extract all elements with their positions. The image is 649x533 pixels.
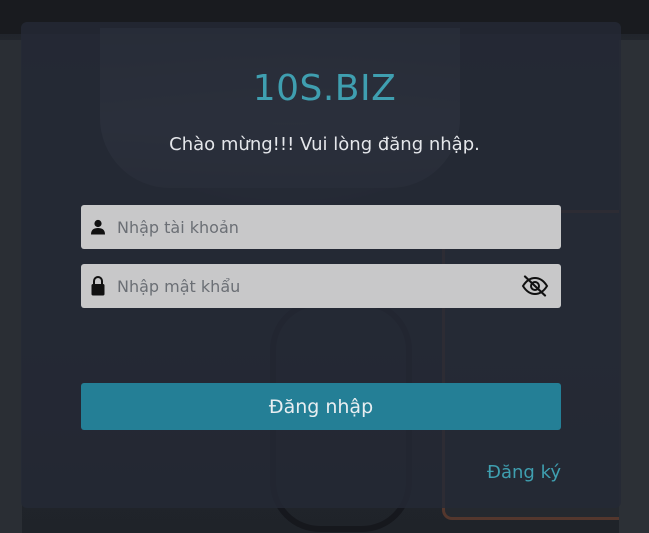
- welcome-message: Chào mừng!!! Vui lòng đăng nhập.: [169, 134, 480, 155]
- password-field[interactable]: [81, 264, 561, 308]
- username-field[interactable]: [81, 205, 561, 249]
- background-right-edge: [619, 40, 649, 533]
- background-left-edge: [0, 40, 22, 533]
- username-input[interactable]: [113, 205, 561, 249]
- user-icon: [83, 205, 113, 249]
- lock-icon: [83, 264, 113, 308]
- eye-off-icon[interactable]: [515, 264, 555, 308]
- register-link[interactable]: Đăng ký: [487, 462, 561, 483]
- login-button[interactable]: Đăng nhập: [81, 383, 561, 430]
- brand-title: 10S.BIZ: [252, 68, 397, 109]
- password-input[interactable]: [113, 264, 515, 308]
